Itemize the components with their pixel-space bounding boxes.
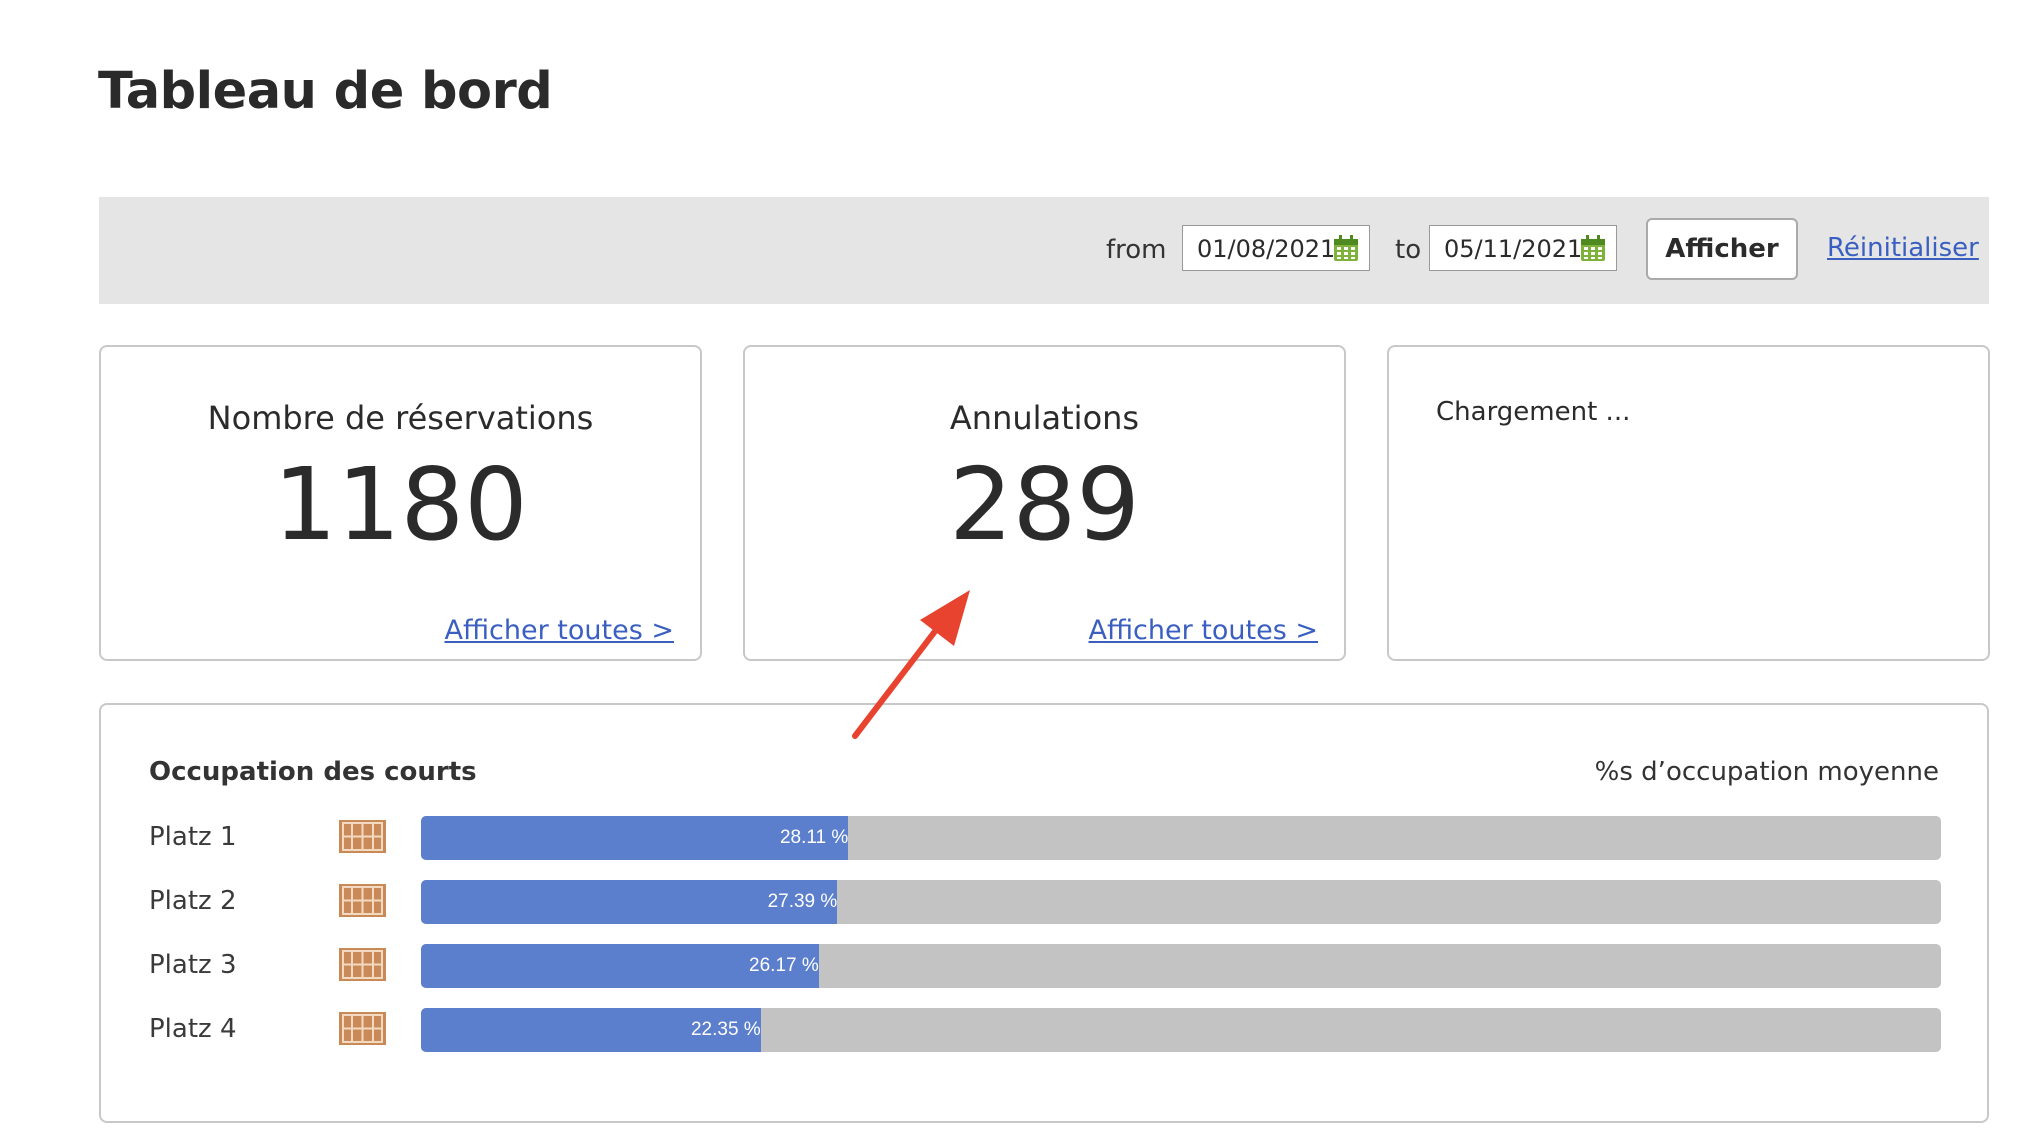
occupation-bar-track: 28.11 % [421, 816, 1941, 860]
occupation-percent-label: 22.35 % [690, 1019, 761, 1040]
reservations-card: Nombre de réservations 1180 Afficher tou… [99, 345, 702, 661]
reservations-show-all-link[interactable]: Afficher toutes > [444, 615, 674, 646]
court-name: Platz 2 [149, 886, 237, 916]
cancellations-card: Annulations 289 Afficher toutes > [743, 345, 1346, 661]
occupation-title: Occupation des courts [149, 757, 477, 787]
reservations-title: Nombre de réservations [207, 399, 594, 437]
calendar-icon[interactable] [1580, 235, 1606, 262]
calendar-icon[interactable] [1333, 235, 1359, 262]
from-date-field[interactable]: 01/08/2021 [1182, 225, 1370, 271]
page-title: Tableau de bord [98, 62, 553, 121]
occupation-subtitle: %s d’occupation moyenne [1594, 757, 1939, 787]
to-date-value: 05/11/2021 [1444, 235, 1583, 263]
from-label: from [1106, 235, 1167, 265]
to-date-field[interactable]: 05/11/2021 [1429, 225, 1617, 271]
court-row: Platz 3 26.17 % [101, 944, 1987, 990]
occupation-bar-fill: 26.17 % [421, 944, 819, 988]
court-name: Platz 1 [149, 822, 237, 852]
court-row: Platz 2 27.39 % [101, 880, 1987, 926]
court-icon [339, 820, 386, 853]
court-row: Platz 4 22.35 % [101, 1008, 1987, 1054]
reset-link[interactable]: Réinitialiser [1827, 233, 1979, 263]
court-name: Platz 4 [149, 1014, 237, 1044]
cancellations-count: 289 [949, 446, 1140, 563]
occupation-percent-label: 26.17 % [749, 955, 819, 976]
to-label: to [1395, 235, 1422, 265]
court-icon [339, 948, 386, 981]
annotation-arrow-icon [852, 590, 970, 739]
loading-card: Chargement ... [1387, 345, 1990, 661]
occupation-bar-track: 27.39 % [421, 880, 1941, 924]
occupation-percent-label: 28.11 % [779, 827, 849, 848]
from-date-value: 01/08/2021 [1197, 235, 1336, 263]
court-occupation-panel: Occupation des courts %s d’occupation mo… [99, 703, 1989, 1123]
occupation-percent-label: 27.39 % [767, 891, 838, 912]
occupation-bar-fill: 22.35 % [421, 1008, 761, 1052]
cancellations-show-all-link[interactable]: Afficher toutes > [1088, 615, 1318, 646]
occupation-bar-fill: 28.11 % [421, 816, 849, 860]
court-icon [339, 1012, 386, 1045]
occupation-bar-track: 22.35 % [421, 1008, 1941, 1052]
court-name: Platz 3 [149, 950, 237, 980]
afficher-button[interactable]: Afficher [1646, 218, 1798, 280]
reservations-count: 1180 [273, 446, 528, 563]
loading-text: Chargement ... [1436, 397, 1631, 427]
court-icon [339, 884, 386, 917]
court-row: Platz 1 28.11 % [101, 816, 1987, 862]
date-filter-bar: from 01/08/2021 to 05/11/2021 Afficher R… [99, 197, 1989, 304]
occupation-bar-fill: 27.39 % [421, 880, 838, 924]
cancellations-title: Annulations [949, 399, 1140, 437]
occupation-bar-track: 26.17 % [421, 944, 1941, 988]
